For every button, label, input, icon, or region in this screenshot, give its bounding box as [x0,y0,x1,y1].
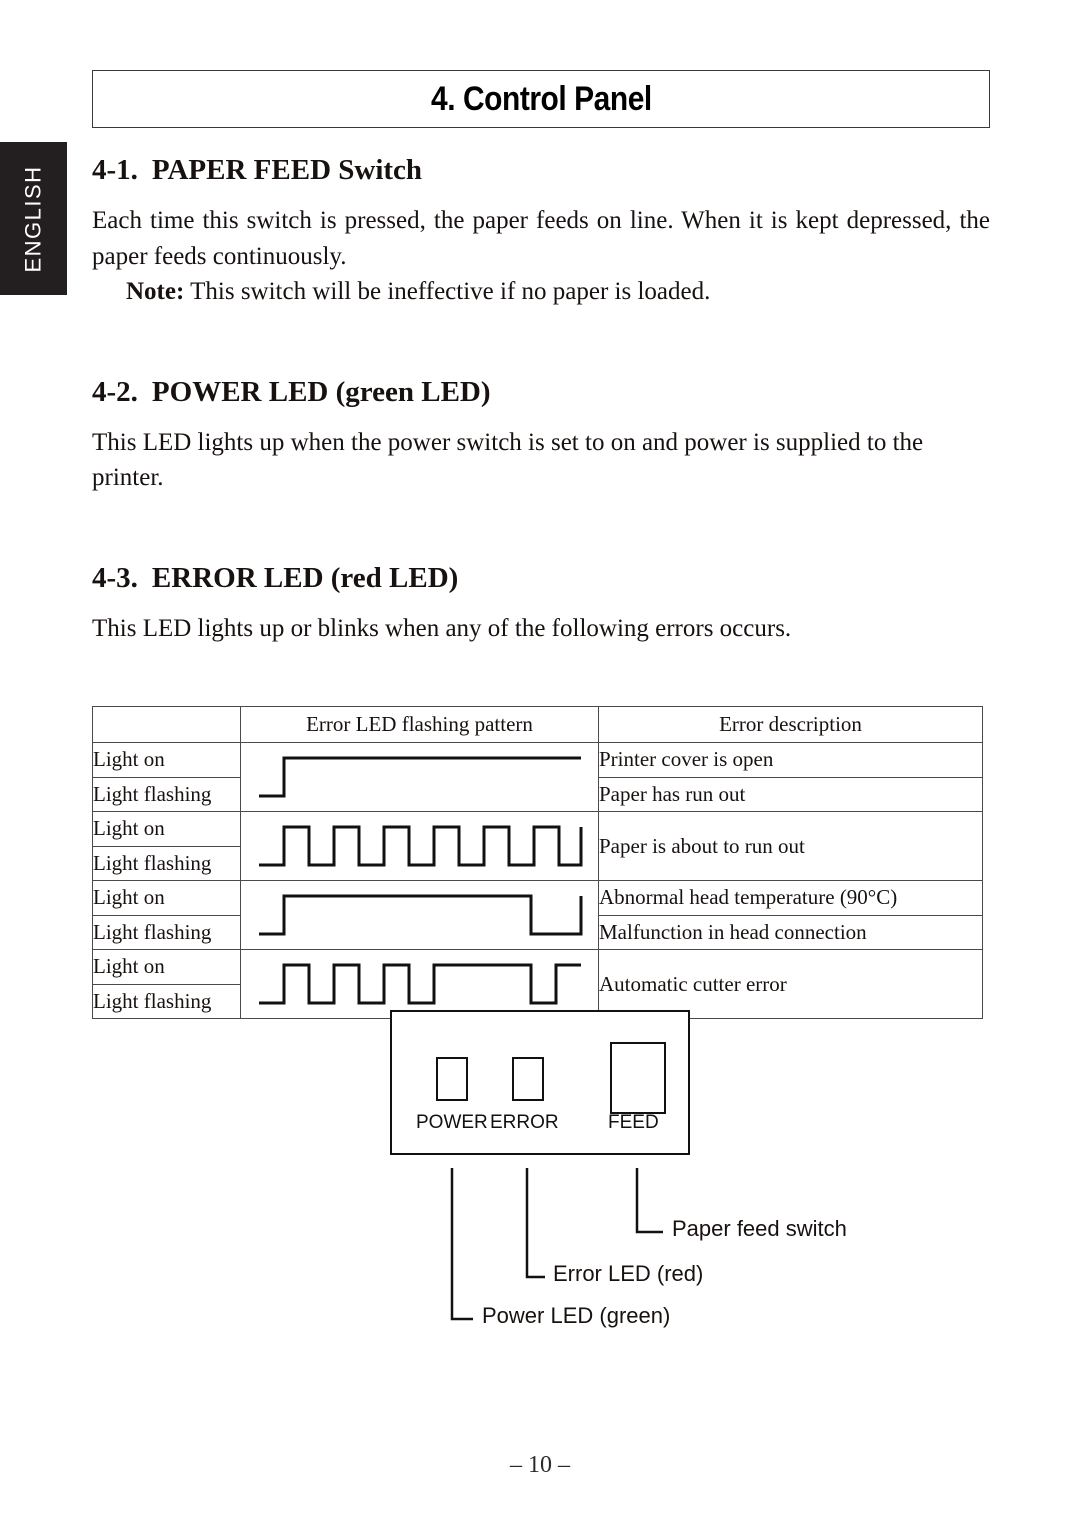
error-description: Paper has run out [598,776,983,812]
page-number: – 10 – [510,1452,570,1478]
error-led-indicator [512,1057,544,1101]
table-row: Light on Abnormal head temperature (90°C… [92,880,983,950]
error-description: Malfunction in head connection [598,914,983,950]
waveform-head-temperature [240,880,599,950]
section-title-4-3: ERROR LED (red LED) [151,561,459,594]
error-description: Printer cover is open [598,742,983,778]
table-header-row: Error LED flashing pattern Error descrip… [92,706,983,743]
table-row: Light on Paper is about to run out [92,811,983,881]
section-heading-4-2: 4-2. POWER LED (green LED) [92,376,990,409]
chapter-title: 4. Control Panel [430,79,652,118]
section-heading-4-1: 4-1. PAPER FEED Switch [92,154,990,187]
feed-button[interactable] [610,1042,666,1114]
waveform-paper-near-end [240,811,599,881]
state-light-flashing: Light flashing [92,914,241,950]
table-header-description: Error description [598,706,983,743]
cover-open-pattern-svg [259,756,581,798]
table-row: Light on Printer cover is open [92,742,983,812]
control-panel-face: POWER ERROR FEED [390,1010,690,1155]
error-led-table: Error LED flashing pattern Error descrip… [92,706,983,1019]
error-description: Paper is about to run out [598,811,983,881]
head-temperature-pattern-svg [259,894,583,936]
waveform-cover-open [240,742,599,812]
section-title-4-1: PAPER FEED Switch [151,154,423,186]
table-header-blank [92,706,241,743]
state-light-flashing: Light flashing [92,776,241,812]
section-body-4-1: Each time this switch is pressed, the pa… [92,207,990,270]
section-number-4-2: 4-2. [92,375,138,408]
page-content: 4. Control Panel 4-1. PAPER FEED Switch E… [92,0,990,1019]
section-body-4-3: This LED lights up or blinks when any of… [92,614,792,642]
state-light-on: Light on [92,742,241,778]
error-description: Abnormal head temperature (90°C) [598,880,983,916]
state-light-on: Light on [92,880,241,916]
callout-power-led: Power LED (green) [482,1303,671,1328]
state-light-on: Light on [92,949,241,985]
section-title-4-2: POWER LED (green LED) [151,375,491,408]
state-light-on: Light on [92,811,241,847]
chapter-title-box: 4. Control Panel [92,70,990,128]
error-label: ERROR [490,1112,559,1133]
paper-near-end-pattern-svg [259,825,583,867]
callout-paper-feed-switch: Paper feed switch [672,1216,847,1241]
section-heading-4-3: 4-3. ERROR LED (red LED) [92,562,990,595]
table-header-pattern: Error LED flashing pattern [240,706,599,743]
callout-error-led: Error LED (red) [553,1261,704,1286]
note-text: This switch will be ineffective if no pa… [190,278,711,305]
power-led-indicator [436,1057,468,1101]
language-tab-label: ENGLISH [20,164,46,273]
note-label: Note: [126,278,185,305]
feed-label: FEED [608,1112,659,1133]
section-note-4-1: Note: This switch will be ineffective if… [92,274,990,310]
language-tab: ENGLISH [0,142,67,295]
table-row: Light on Automatic cutter error [92,949,983,1019]
section-body-4-2: This LED lights up when the power switch… [92,428,924,492]
section-number-4-1: 4-1. [92,154,138,186]
power-label: POWER [416,1112,488,1133]
section-number-4-3: 4-3. [92,561,138,594]
state-light-flashing: Light flashing [92,845,241,881]
